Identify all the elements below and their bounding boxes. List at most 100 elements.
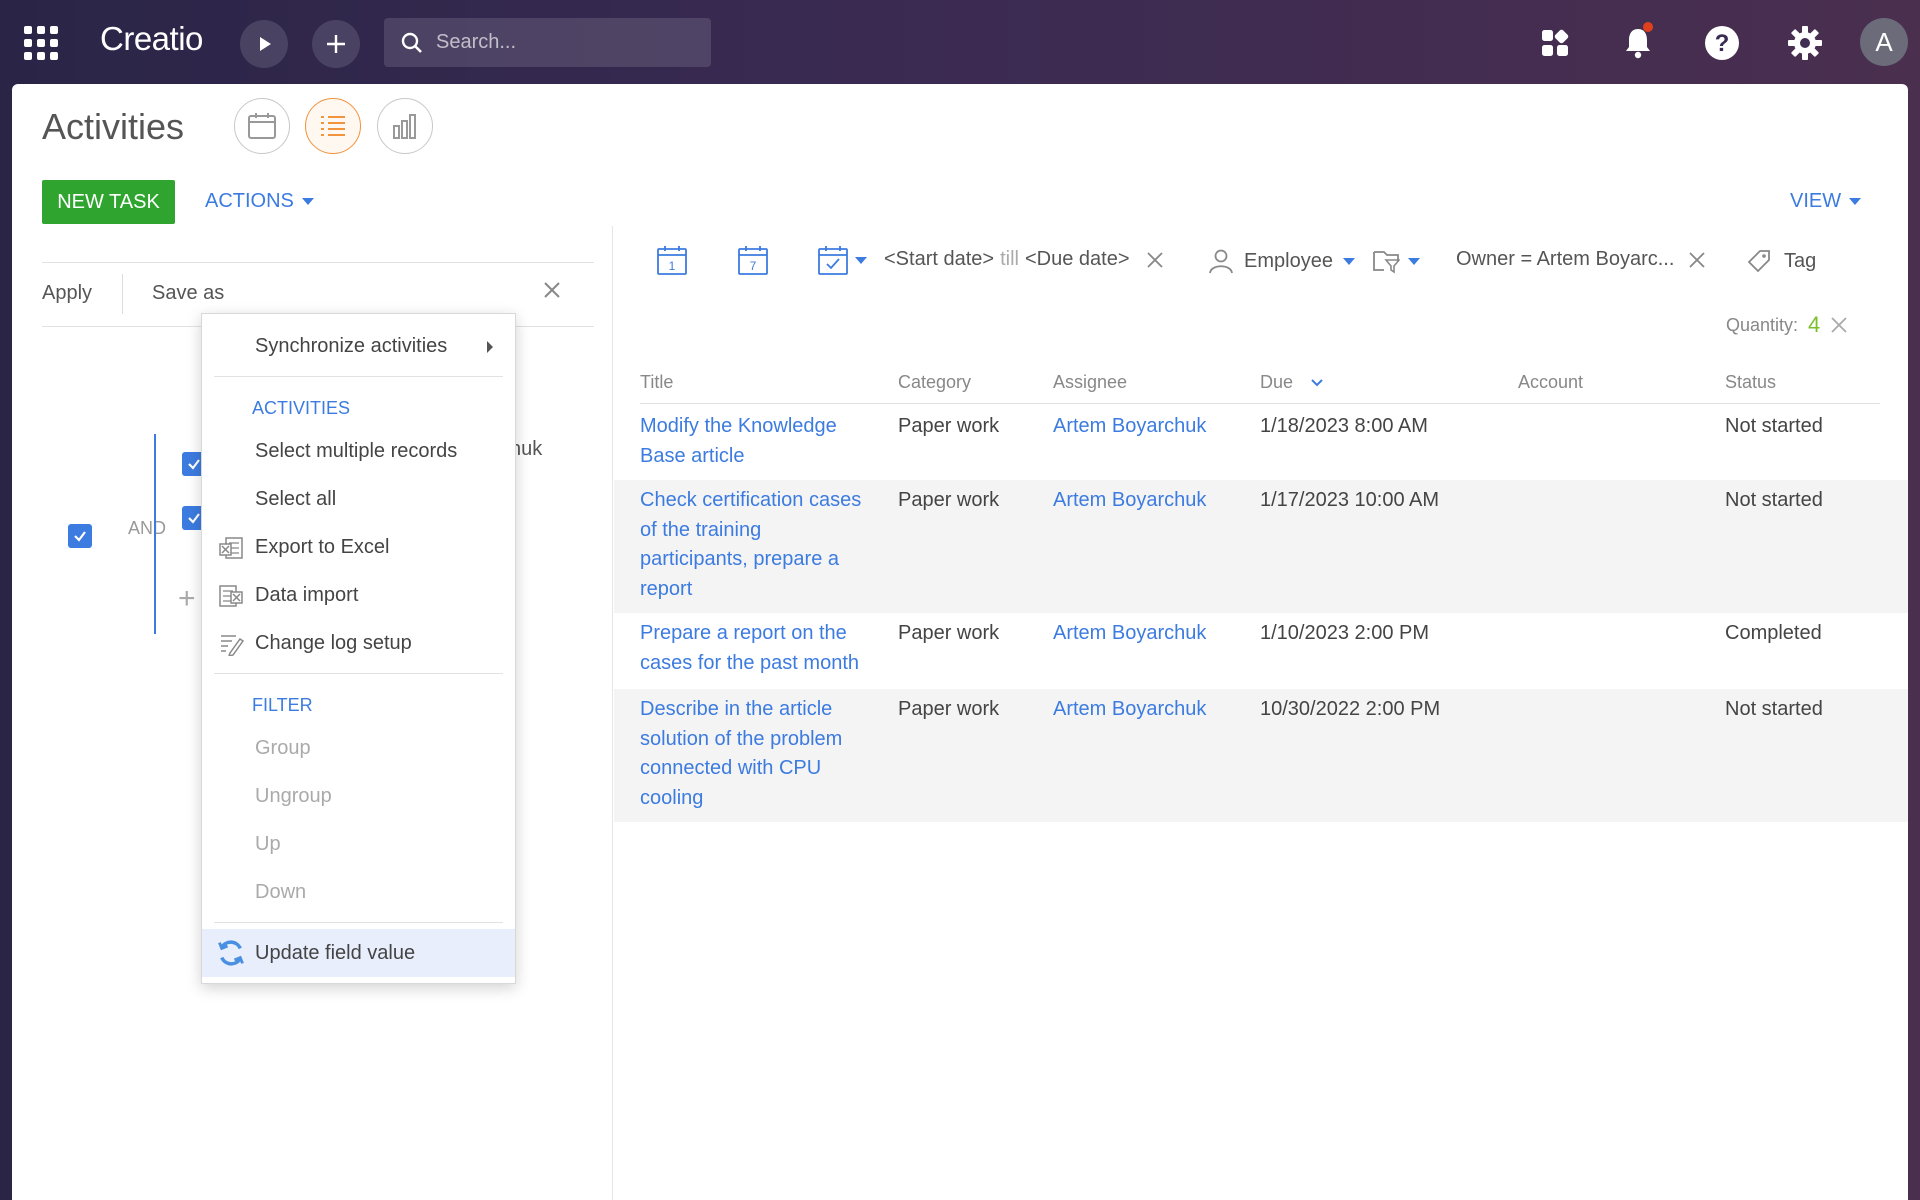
due-cell: 1/18/2023 8:00 AM (1260, 415, 1428, 437)
global-search[interactable] (384, 18, 711, 67)
user-avatar[interactable]: A (1860, 18, 1908, 66)
checkmark-icon (188, 513, 200, 524)
app-hub-icon (1542, 29, 1569, 56)
assignee-link[interactable]: Artem Boyarchuk (1053, 412, 1206, 442)
folder-filter[interactable] (1372, 248, 1420, 274)
menu-divider (214, 922, 503, 923)
search-icon (401, 32, 422, 53)
category-cell: Paper work (898, 698, 1000, 720)
actions-label: ACTIONS (205, 190, 294, 212)
search-input[interactable] (436, 31, 686, 54)
menu-item-select-multiple[interactable]: Select multiple records (202, 427, 515, 475)
svg-text:1: 1 (669, 259, 676, 273)
chevron-down-icon (1408, 257, 1420, 265)
column-header-account[interactable]: Account (1518, 372, 1583, 393)
settings-button[interactable] (1784, 22, 1826, 64)
title-line: cases for the past month (640, 651, 860, 674)
menu-item-change-log[interactable]: Change log setup (202, 619, 515, 667)
menu-section-activities: ACTIVITIES (252, 398, 351, 418)
actions-button[interactable]: ACTIONS (205, 190, 314, 213)
status-cell: Not started (1725, 415, 1823, 437)
category-cell: Paper work (898, 622, 1000, 644)
analytics-view-button[interactable] (377, 98, 433, 154)
close-icon[interactable] (1146, 251, 1164, 269)
menu-item-select-all[interactable]: Select all (202, 475, 515, 523)
close-icon[interactable] (1830, 316, 1848, 334)
chevron-right-icon (487, 341, 493, 353)
close-filter-button[interactable] (542, 280, 562, 305)
notification-dot (1643, 22, 1653, 32)
save-as-button[interactable]: Save as (152, 282, 224, 305)
notifications-button[interactable] (1617, 22, 1659, 64)
activity-title-link[interactable]: Check certification cases of the trainin… (640, 486, 861, 604)
assignee-link[interactable]: Artem Boyarchuk (1053, 619, 1206, 649)
menu-item-data-import[interactable]: Data import (202, 571, 515, 619)
help-icon: ? (1705, 26, 1739, 60)
title-line: cooling (640, 786, 704, 809)
tag-icon (1747, 250, 1770, 273)
column-header-category[interactable]: Category (898, 372, 971, 393)
today-filter-button[interactable]: 1 (656, 244, 688, 276)
folder-filter-icon (1373, 251, 1400, 274)
date-range-filter[interactable]: <Start date> till <Due date> (884, 248, 1164, 271)
period-filter-button[interactable] (817, 244, 867, 276)
quick-add-button[interactable] (312, 20, 360, 68)
menu-item-label: Change log setup (255, 631, 412, 654)
menu-item-label: Data import (255, 583, 359, 606)
excel-export-icon (219, 537, 243, 559)
view-button[interactable]: VIEW (1790, 190, 1862, 213)
close-icon (544, 282, 560, 298)
help-button[interactable]: ? (1701, 22, 1743, 64)
group-bracket-line (154, 434, 156, 634)
table-row[interactable]: Modify the Knowledge Base article Paper … (614, 404, 1908, 480)
employee-filter[interactable]: Employee (1208, 248, 1355, 274)
column-header-title[interactable]: Title (640, 372, 673, 393)
list-view-button[interactable] (305, 98, 361, 154)
start-date-label: <Start date> (884, 248, 995, 270)
category-cell: Paper work (898, 489, 1000, 511)
status-cell: Not started (1725, 489, 1823, 511)
calendar-view-button[interactable] (234, 98, 290, 154)
change-log-icon (221, 635, 244, 656)
title-line: Check certification cases (640, 489, 862, 511)
creatio-logo[interactable]: Creatio (100, 20, 203, 58)
assignee-link[interactable]: Artem Boyarchuk (1053, 486, 1206, 516)
column-header-due[interactable]: Due (1260, 372, 1324, 393)
activities-grid: Title Category Assignee Due Account Stat… (614, 362, 1908, 822)
quantity-value: 4 (1808, 312, 1821, 337)
menu-section-filter: FILTER (252, 695, 313, 715)
apps-grid-icon[interactable] (24, 26, 58, 60)
run-process-button[interactable] (240, 20, 288, 68)
owner-filter-label: Owner = Artem Boyarc... (1456, 248, 1675, 270)
svg-text:7: 7 (750, 259, 757, 273)
app-hub-button[interactable] (1534, 22, 1576, 64)
activity-title-link[interactable]: Prepare a report on the cases for the pa… (640, 619, 859, 678)
close-icon[interactable] (1688, 251, 1706, 269)
activity-title-link[interactable]: Modify the Knowledge Base article (640, 412, 837, 471)
owner-filter-chip[interactable]: Owner = Artem Boyarc... (1456, 248, 1706, 271)
and-group-checkbox[interactable] (68, 524, 92, 548)
table-row[interactable]: Describe in the article solution of the … (614, 689, 1908, 822)
tag-filter[interactable]: Tag (1746, 248, 1816, 274)
activity-title-link[interactable]: Describe in the article solution of the … (640, 695, 842, 813)
gear-icon (1788, 26, 1822, 60)
new-task-button[interactable]: NEW TASK (42, 180, 175, 224)
assignee-link[interactable]: Artem Boyarchuk (1053, 695, 1206, 725)
menu-item-update-field-value[interactable]: Update field value (202, 929, 515, 977)
tag-label: Tag (1784, 249, 1817, 272)
menu-divider (214, 376, 503, 377)
column-header-status[interactable]: Status (1725, 372, 1776, 393)
week-filter-button[interactable]: 7 (737, 244, 769, 276)
menu-item-export-excel[interactable]: Export to Excel (202, 523, 515, 571)
list-icon (321, 116, 345, 136)
menu-item-synchronize-activities[interactable]: Synchronize activities (202, 322, 515, 370)
table-row[interactable]: Prepare a report on the cases for the pa… (614, 613, 1908, 689)
column-header-assignee[interactable]: Assignee (1053, 372, 1127, 393)
due-date-label: <Due date> (1024, 248, 1130, 270)
checkmark-icon (188, 459, 200, 470)
menu-item-up: Up (255, 832, 281, 855)
add-condition-icon[interactable]: + (178, 582, 196, 616)
menu-item-label: Export to Excel (255, 535, 390, 558)
table-row[interactable]: Check certification cases of the trainin… (614, 480, 1908, 613)
apply-filter-button[interactable]: Apply (42, 282, 92, 305)
